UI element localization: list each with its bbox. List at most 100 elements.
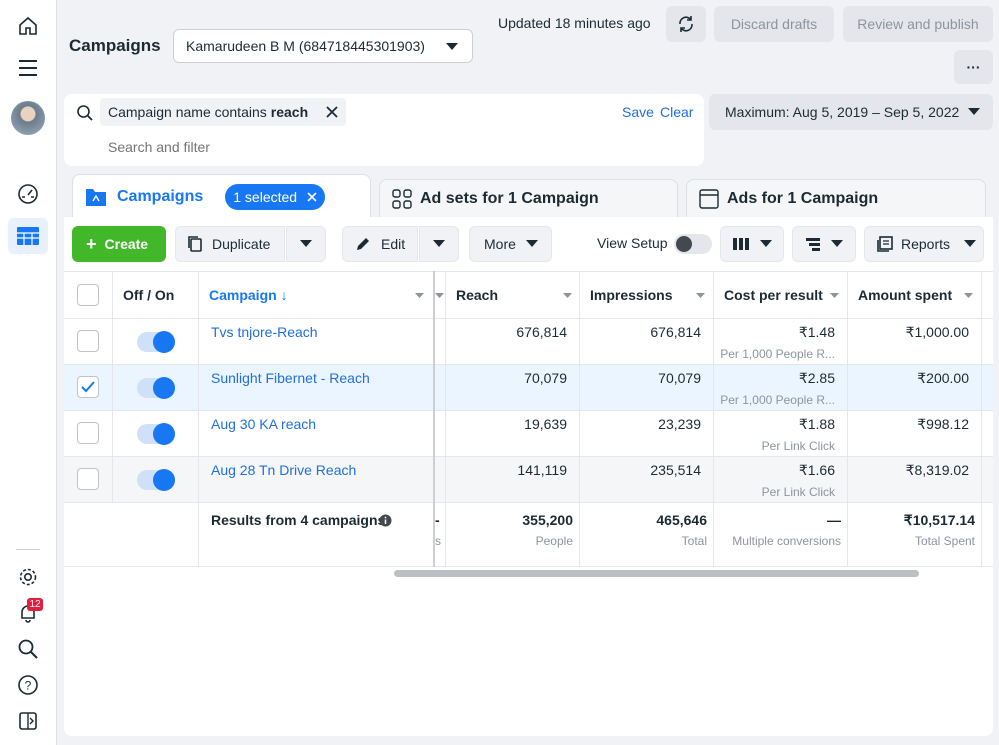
home-icon[interactable]: [8, 8, 48, 44]
close-icon[interactable]: [307, 191, 317, 202]
search-filter-box: Campaign name contains reach Save Clear: [64, 94, 704, 166]
account-selector[interactable]: Kamarudeen B M (684718445301903): [173, 29, 473, 63]
create-label: Create: [104, 236, 149, 252]
cpr-value: ₹1.88: [798, 416, 835, 432]
spent-value: ₹1,000.00: [905, 324, 969, 340]
campaign-name-link[interactable]: Aug 28 Tn Drive Reach: [211, 462, 356, 478]
spent-value: ₹200.00: [917, 370, 969, 386]
tab-ads[interactable]: Ads for 1 Campaign: [686, 179, 986, 217]
info-icon[interactable]: [379, 514, 392, 527]
spent-value: ₹8,319.02: [905, 462, 969, 478]
cpr-value: ₹1.48: [798, 324, 835, 340]
edit-button[interactable]: Edit: [342, 226, 418, 262]
filter-chip-value: reach: [270, 104, 309, 120]
create-button[interactable]: + Create: [72, 226, 166, 262]
table-header: [64, 271, 993, 319]
col-impressions[interactable]: Impressions: [590, 287, 672, 303]
reports-label: Reports: [901, 236, 951, 252]
checkmark-icon: [81, 381, 95, 393]
campaign-toggle[interactable]: [137, 469, 175, 491]
select-all-checkbox[interactable]: [77, 284, 99, 306]
chevron-down-icon: [446, 43, 458, 50]
totals-cpr-sub: Multiple conversions: [732, 534, 841, 548]
selected-count-pill[interactable]: 1 selected: [225, 183, 326, 210]
totals-spent: ₹10,517.14: [903, 512, 975, 528]
clear-filter-link[interactable]: Clear: [660, 104, 693, 120]
columns-icon: [733, 238, 749, 250]
breakdown-icon: [806, 238, 820, 251]
chevron-down-icon[interactable]: [415, 293, 424, 299]
campaign-name-link[interactable]: Tvs tnjore-Reach: [211, 324, 318, 340]
totals-cpr: —: [827, 512, 841, 528]
more-button[interactable]: More: [469, 226, 552, 262]
close-icon[interactable]: [326, 106, 338, 118]
filter-chip[interactable]: Campaign name contains reach: [100, 98, 347, 126]
filter-chip-prefix: Campaign name contains: [108, 104, 267, 120]
duplicate-button[interactable]: Duplicate: [175, 226, 285, 262]
search-icon: [77, 105, 93, 121]
tab-campaigns-label: Campaigns: [117, 187, 204, 205]
campaign-name-link[interactable]: Aug 30 KA reach: [211, 416, 316, 432]
edit-dropdown[interactable]: [419, 226, 459, 262]
more-label: More: [484, 236, 516, 252]
page-title: Campaigns: [69, 36, 161, 55]
duplicate-dropdown[interactable]: [286, 226, 326, 262]
discard-drafts-button[interactable]: Discard drafts: [714, 6, 834, 42]
table-icon[interactable]: [8, 218, 48, 254]
review-publish-button[interactable]: Review and publish: [843, 6, 993, 42]
chevron-down-icon: [300, 240, 312, 247]
row-checkbox[interactable]: [77, 468, 99, 490]
col-campaign[interactable]: Campaign ↓: [209, 287, 288, 303]
chevron-down-icon: [831, 240, 843, 247]
date-range-selector[interactable]: Maximum: Aug 5, 2019 – Sep 5, 2022: [709, 94, 993, 130]
row-checkbox[interactable]: [77, 422, 99, 444]
tab-campaigns[interactable]: Campaigns 1 selected: [72, 174, 371, 218]
breakdown-button[interactable]: [792, 226, 856, 262]
totals-impressions: 465,646: [656, 512, 707, 528]
col-cost-per-result[interactable]: Cost per result: [724, 287, 823, 303]
col-reach[interactable]: Reach: [456, 287, 498, 303]
reach-value: 676,814: [516, 324, 567, 340]
campaign-toggle[interactable]: [137, 377, 175, 399]
refresh-button[interactable]: [666, 6, 706, 42]
save-filter-link[interactable]: Save: [622, 104, 654, 120]
tab-adsets-label: Ad sets for 1 Campaign: [420, 189, 599, 207]
chevron-down-icon: [964, 240, 977, 247]
campaign-name-link[interactable]: Sunlight Fibernet - Reach: [211, 370, 370, 386]
tab-ads-label: Ads for 1 Campaign: [727, 189, 879, 207]
reach-value: 141,119: [517, 462, 567, 478]
spent-value: ₹998.12: [917, 416, 969, 432]
account-name: Kamarudeen B M (684718445301903): [186, 38, 425, 54]
chevron-down-icon[interactable]: [563, 293, 572, 299]
help-icon[interactable]: ?: [8, 667, 48, 703]
more-options-button[interactable]: ···: [954, 50, 993, 84]
search-input[interactable]: [108, 136, 668, 158]
chevron-down-icon: [525, 240, 538, 247]
row-checkbox[interactable]: [77, 330, 99, 352]
ad-window-icon: [699, 188, 719, 209]
reports-button[interactable]: Reports: [864, 226, 984, 262]
chevron-down-icon[interactable]: [435, 293, 444, 299]
menu-icon[interactable]: [8, 50, 48, 86]
col-amount-spent[interactable]: Amount spent: [858, 287, 952, 303]
search-icon[interactable]: [8, 631, 48, 667]
campaign-toggle[interactable]: [137, 423, 175, 445]
chevron-down-icon[interactable]: [696, 293, 705, 299]
chevron-down-icon[interactable]: [830, 293, 839, 299]
row-checkbox-checked[interactable]: [77, 376, 99, 398]
view-setup-toggle[interactable]: [674, 234, 712, 254]
horizontal-scrollbar[interactable]: [394, 570, 919, 577]
chevron-down-icon: [760, 240, 772, 247]
panel-icon[interactable]: [8, 703, 48, 739]
settings-icon[interactable]: [8, 559, 48, 595]
columns-button[interactable]: [720, 226, 784, 262]
totals-reach-sub: People: [535, 534, 573, 548]
chevron-down-icon[interactable]: [964, 293, 973, 299]
totals-partial-dash: -: [435, 512, 440, 528]
totals-reach: 355,200: [522, 512, 573, 528]
avatar[interactable]: [11, 101, 45, 135]
sidebar-divider: [16, 549, 40, 550]
campaign-toggle[interactable]: [137, 331, 175, 353]
gauge-icon[interactable]: [8, 176, 48, 212]
tab-adsets[interactable]: Ad sets for 1 Campaign: [379, 179, 678, 217]
